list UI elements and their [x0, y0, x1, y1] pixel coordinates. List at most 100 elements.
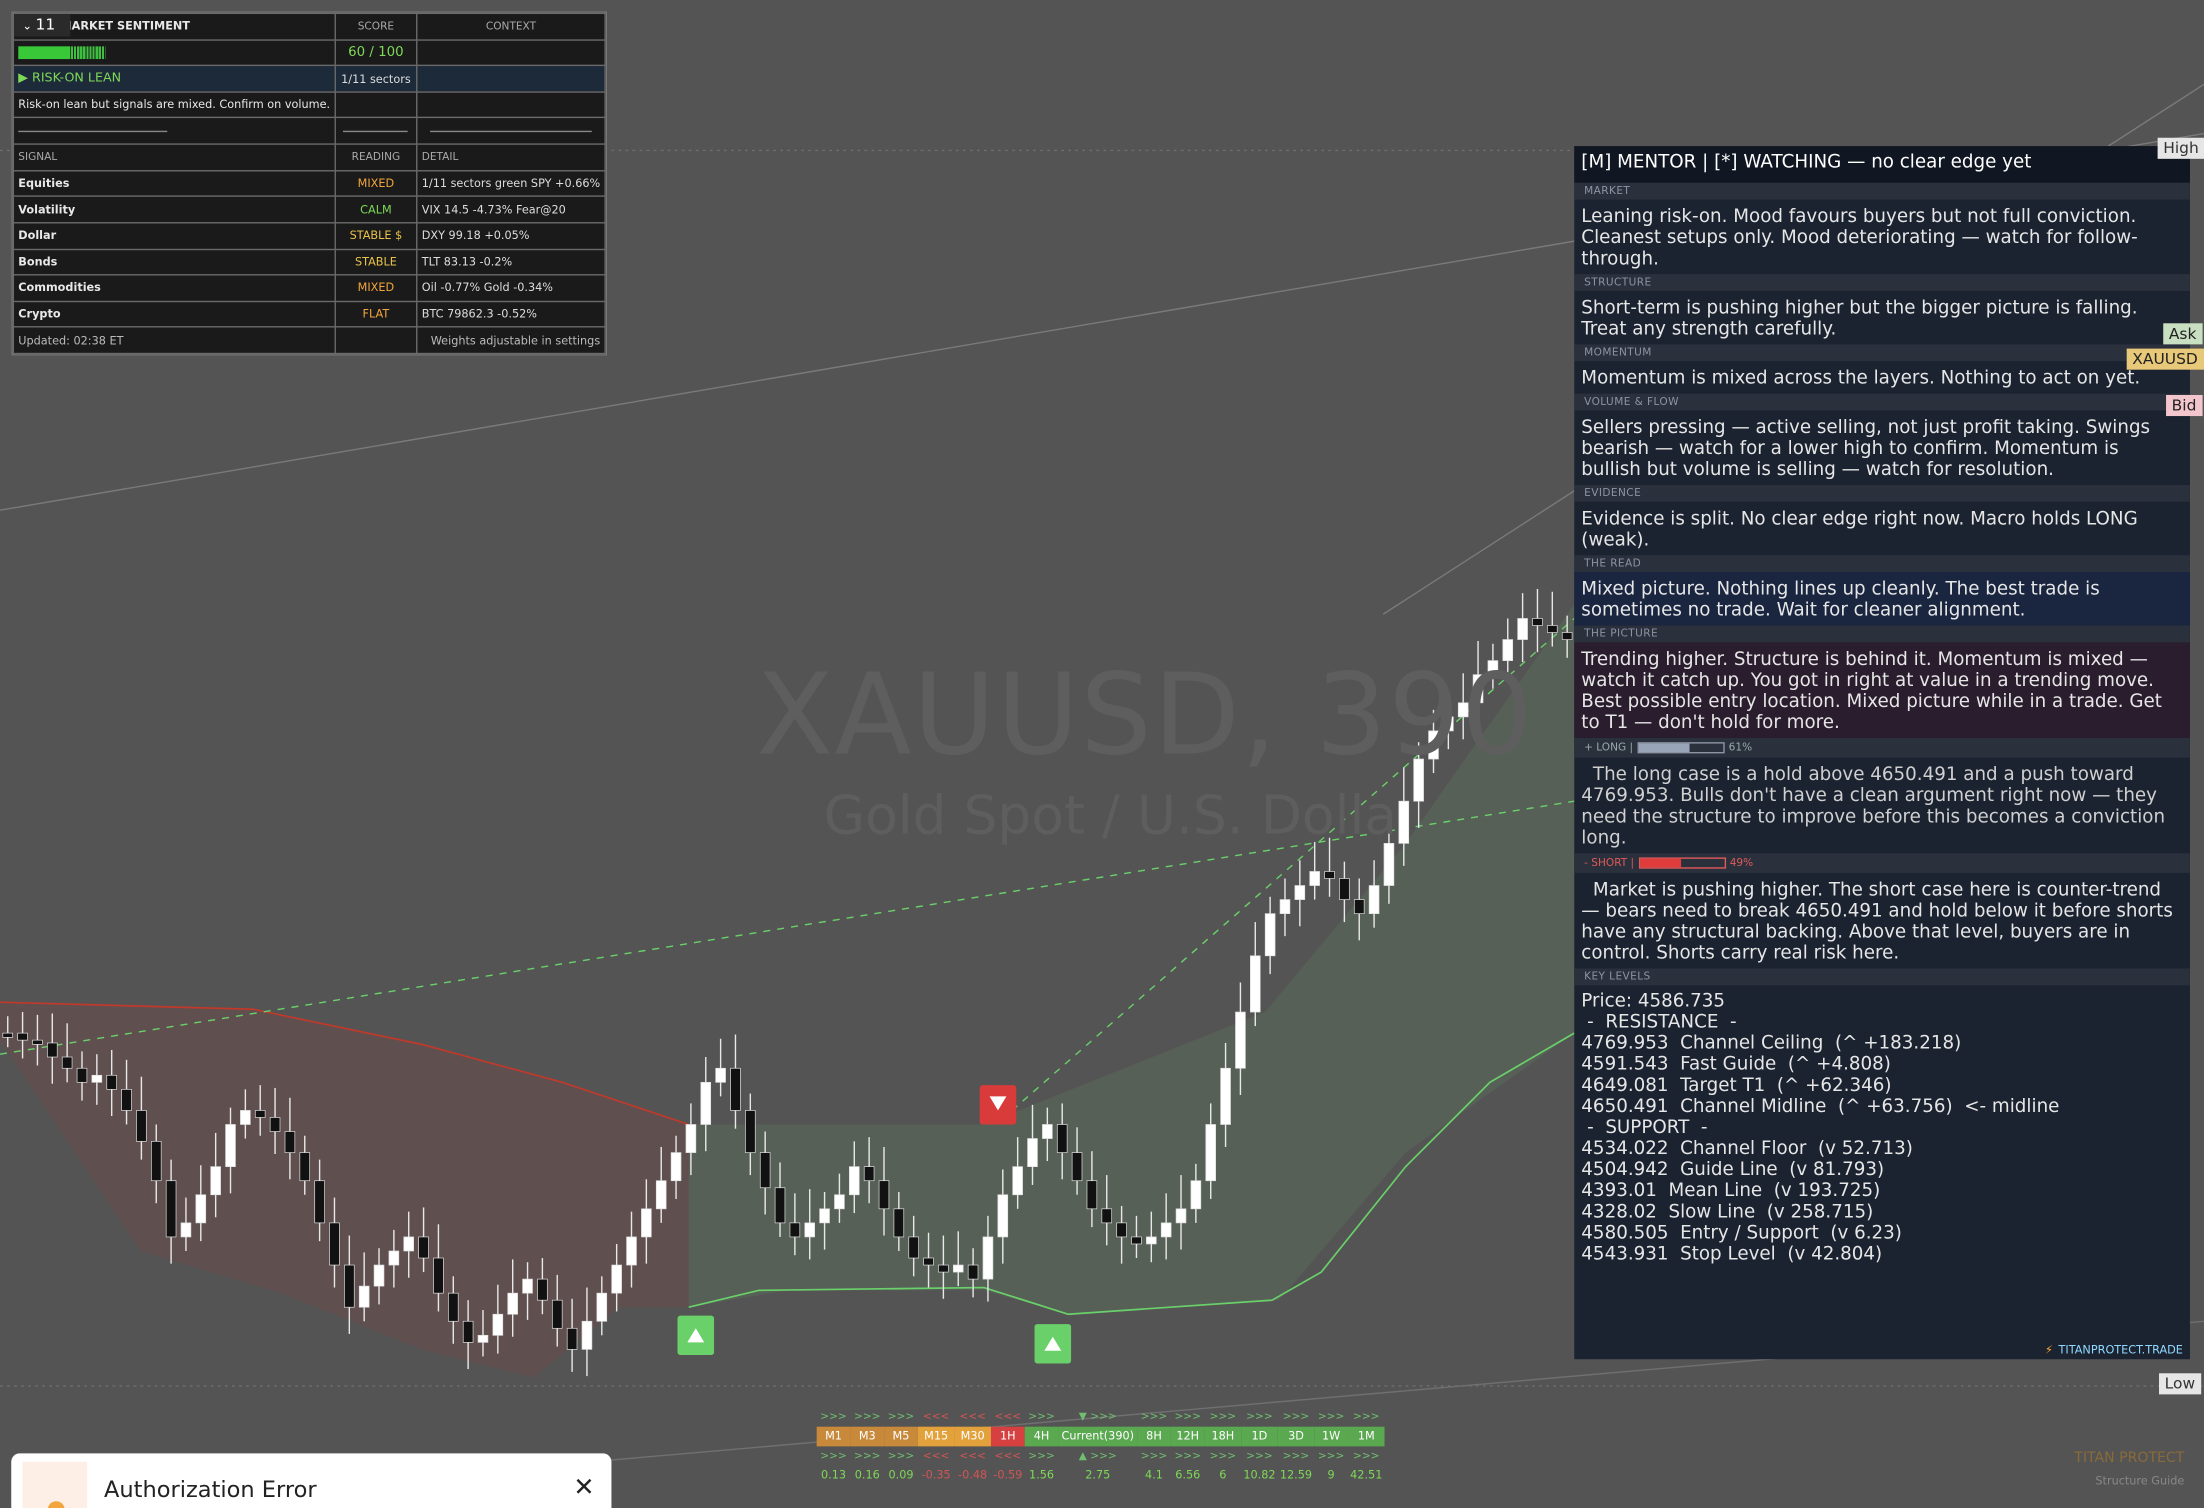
candle-body: [834, 1194, 845, 1210]
candle-body: [165, 1180, 177, 1238]
candle-body: [626, 1236, 637, 1266]
signal-row: Volatility CALM VIX 14.5 -4.73% Fear@20: [12, 195, 606, 224]
candle-body: [1279, 899, 1291, 914]
timeframe-m15[interactable]: M15: [917, 1426, 955, 1447]
trend-arrow: <<<: [959, 1449, 986, 1462]
candle-body: [507, 1292, 518, 1315]
key-level-item: 4393.01 Mean Line (v 193.725): [1581, 1180, 1881, 1202]
trend-arrow: >>>: [1246, 1409, 1273, 1423]
timeframe-current390[interactable]: Current(390): [1058, 1426, 1138, 1447]
candle-body: [1294, 885, 1306, 900]
long-case-text: The long case is a hold above 4650.491 a…: [1581, 764, 2166, 849]
timeframe-12h[interactable]: 12H: [1170, 1426, 1205, 1447]
mentor-footer[interactable]: ⚡ TITANPROTECT.TRADE: [2045, 1344, 2183, 1357]
candle-body: [551, 1299, 563, 1329]
candle-body: [1220, 1067, 1231, 1125]
collapse-indicators-button[interactable]: ⌄ 11: [14, 14, 71, 37]
signal-detail: TLT 83.13 -0.2%: [416, 248, 606, 276]
timeframe-1d[interactable]: 1D: [1241, 1426, 1278, 1447]
score-bar-cell: [12, 38, 336, 67]
context-header: CONTEXT: [416, 12, 606, 41]
timeframe-m5[interactable]: M5: [884, 1426, 918, 1447]
timeframe-8h[interactable]: 8H: [1137, 1426, 1171, 1447]
timeframe-m3[interactable]: M3: [850, 1426, 885, 1447]
signal-name: Dollar: [12, 221, 336, 250]
timeframe-m1[interactable]: M1: [816, 1426, 851, 1447]
candle-body: [388, 1250, 400, 1266]
candle-body: [418, 1236, 429, 1259]
timeframe-value: 1.56: [1029, 1468, 1055, 1482]
signal-name: Crypto: [12, 300, 336, 329]
timeframe-4h[interactable]: 4H: [1024, 1426, 1059, 1447]
trend-arrow: >>>: [1282, 1409, 1310, 1423]
key-level-item: - RESISTANCE -: [1581, 1012, 1737, 1034]
toast-title: Authorization Error: [104, 1475, 317, 1503]
candle-body: [670, 1152, 682, 1182]
close-icon[interactable]: ✕: [573, 1473, 594, 1503]
trend-arrow: >>>: [1317, 1409, 1345, 1423]
signal-name: Equities: [12, 169, 336, 198]
mentor-section-label: THE READ: [1574, 555, 2190, 573]
signal-header: SIGNAL: [12, 143, 336, 172]
candle-body: [1532, 618, 1543, 626]
candle-body: [1309, 871, 1320, 886]
trend-arrow: >>>: [1352, 1409, 1380, 1423]
timeframe-value: -0.48: [958, 1468, 988, 1482]
chart-stage[interactable]: XAUUSD, 390 Gold Spot / U.S. Dolla MARKE…: [0, 0, 2204, 1508]
candle-body: [47, 1042, 58, 1058]
bolt-icon: ⚡: [2045, 1343, 2053, 1357]
signal-detail: 1/11 sectors green SPY +0.66%: [416, 169, 606, 198]
candle-body: [1561, 632, 1573, 640]
mentor-title: [M] MENTOR | [*] WATCHING — no clear edg…: [1574, 146, 2190, 183]
candle-body: [492, 1313, 504, 1336]
timeframe-1h[interactable]: 1H: [990, 1426, 1025, 1447]
signal-row: Commodities MIXED Oil -0.77% Gold -0.34%: [12, 274, 606, 302]
signal-row: Bonds STABLE TLT 83.13 -0.2%: [12, 248, 606, 276]
candle-body: [878, 1180, 890, 1210]
trend-arrow: >>>: [1352, 1449, 1380, 1462]
timeframe-3d[interactable]: 3D: [1277, 1426, 1315, 1447]
signal-detail: Oil -0.77% Gold -0.34%: [416, 274, 606, 302]
candle-body: [804, 1222, 815, 1238]
mentor-section-label: STRUCTURE: [1574, 274, 2190, 291]
candle-body: [240, 1110, 251, 1125]
trend-arrow: <<<: [994, 1449, 1022, 1462]
candle-body: [1517, 618, 1528, 640]
trend-arrow: >>>: [887, 1409, 915, 1423]
trend-arrow: >>>: [853, 1449, 881, 1462]
candle-body: [1383, 843, 1395, 886]
reading-header: READING: [334, 143, 418, 172]
symbol-watermark: XAUUSD, 390: [756, 649, 1535, 781]
candle-body: [1027, 1138, 1038, 1168]
candle-body: [745, 1110, 756, 1153]
candle-body: [774, 1187, 786, 1224]
candle-body: [849, 1166, 860, 1196]
candle-body: [284, 1131, 296, 1153]
timeframe-1m[interactable]: 1M: [1347, 1426, 1385, 1447]
risk-lean-label: ▶ RISK-ON LEAN: [12, 64, 336, 93]
candle-body: [537, 1278, 548, 1301]
candle-body: [1339, 878, 1350, 900]
candle-body: [329, 1222, 340, 1266]
mentor-panel: [M] MENTOR | [*] WATCHING — no clear edg…: [1574, 146, 2190, 1360]
candle-body: [462, 1320, 474, 1343]
timeframe-value: 12.59: [1279, 1468, 1313, 1482]
timeframe-1w[interactable]: 1W: [1314, 1426, 1348, 1447]
timeframe-value: 42.51: [1350, 1468, 1383, 1482]
timeframe-m30[interactable]: M30: [954, 1426, 991, 1447]
candle-body: [789, 1222, 801, 1238]
score-value: 60 / 100: [334, 38, 418, 67]
candle-body: [1235, 1011, 1246, 1069]
ask-label: Ask: [2163, 323, 2203, 345]
key-level-item: 4650.491 Channel Midline (^ +63.756) <- …: [1581, 1096, 2060, 1118]
trend-arrow: >>>: [853, 1409, 881, 1423]
candle-body: [91, 1074, 103, 1083]
updated-time: Updated: 02:38 ET: [12, 326, 336, 355]
score-bar: [18, 46, 106, 59]
key-level-item: 4649.081 Target T1 (^ +62.346): [1581, 1075, 1892, 1097]
timeframe-18h[interactable]: 18H: [1204, 1426, 1242, 1447]
candle-body: [863, 1166, 875, 1182]
timeframe-value: -0.35: [921, 1468, 951, 1482]
candle-body: [1042, 1124, 1053, 1139]
candle-body: [715, 1067, 726, 1083]
